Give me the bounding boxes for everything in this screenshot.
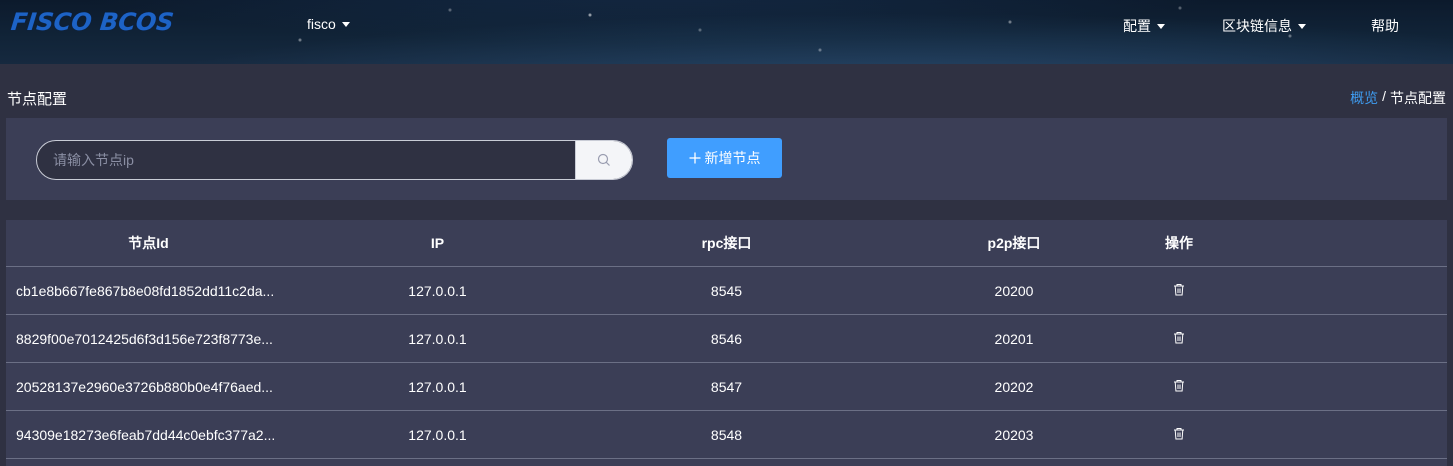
nav-help-label: 帮助 [1371,18,1399,34]
search-icon [597,153,610,166]
cell-rpc-port: 8545 [710,282,743,299]
plus-icon [689,152,700,164]
nav-config[interactable]: 配置 [1123,16,1165,36]
cell-node-id: 94309e18273e6feab7dd44c0ebfc377a2... [16,426,276,443]
delete-node-button[interactable] [1173,427,1185,440]
cell-p2p-port: 20200 [994,282,1034,299]
nav-help[interactable]: 帮助 [1371,16,1399,36]
breadcrumb: 概览 / 节点配置 [1350,88,1446,108]
toolbar-panel: 新增节点 [6,118,1447,200]
nav-chain-info-label: 区块链信息 [1222,18,1292,34]
table-row: 94309e18273e6feab7dd44c0ebfc377a2... 127… [6,411,1447,459]
table-row: 8829f00e7012425d6f3d156e723f8773e... 127… [6,315,1447,363]
trash-icon [1174,379,1184,391]
search-input[interactable] [37,141,575,179]
cell-p2p-port: 20202 [994,378,1034,395]
breadcrumb-separator: / [1382,88,1386,104]
column-header-actions: 操作 [1165,235,1193,251]
breadcrumb-current: 节点配置 [1390,90,1446,106]
column-header-rpc-port: rpc接口 [701,235,752,251]
trash-icon [1174,427,1184,439]
cell-rpc-port: 8546 [710,330,743,347]
breadcrumb-home-link[interactable]: 概览 [1350,88,1378,108]
add-node-label: 新增节点 [704,150,761,166]
cell-ip: 127.0.0.1 [408,378,467,395]
column-header-node-id: 节点Id [128,235,169,251]
table-row: 20528137e2960e3726b880b0e4f76aed... 127.… [6,363,1447,411]
cell-rpc-port: 8547 [710,378,743,395]
trash-icon [1174,283,1184,295]
node-table: 节点Id IP rpc接口 p2p接口 操作 cb1e8b667fe867b8e… [6,220,1447,466]
group-selector[interactable]: fisco [307,16,350,32]
caret-down-icon [341,21,350,27]
nav-config-label: 配置 [1123,18,1151,34]
delete-node-button[interactable] [1173,283,1185,296]
column-header-ip: IP [430,235,445,251]
caret-down-icon [1157,23,1165,29]
cell-node-id: 20528137e2960e3726b880b0e4f76aed... [16,378,273,395]
delete-node-button[interactable] [1173,379,1185,392]
add-node-button[interactable]: 新增节点 [667,138,782,178]
search-box [36,140,633,180]
cell-node-id: cb1e8b667fe867b8e08fd1852dd11c2da... [16,282,275,299]
top-header: FISCO BCOS fisco 配置 区块链信息 帮助 [0,0,1453,64]
fisco-bcos-logo[interactable]: FISCO BCOS [9,8,176,38]
group-selector-label: fisco [307,16,336,32]
column-header-p2p-port: p2p接口 [987,235,1041,251]
search-button[interactable] [575,141,632,179]
nav-chain-info[interactable]: 区块链信息 [1222,16,1306,36]
cell-ip: 127.0.0.1 [408,426,467,443]
caret-down-icon [1298,23,1306,29]
cell-ip: 127.0.0.1 [408,330,467,347]
trash-icon [1174,331,1184,343]
delete-node-button[interactable] [1173,331,1185,344]
cell-p2p-port: 20203 [994,426,1034,443]
cell-node-id: 8829f00e7012425d6f3d156e723f8773e... [16,330,273,347]
table-header: 节点Id IP rpc接口 p2p接口 操作 [6,220,1447,267]
cell-p2p-port: 20201 [994,330,1034,347]
cell-ip: 127.0.0.1 [408,282,467,299]
table-row: cb1e8b667fe867b8e08fd1852dd11c2da... 127… [6,267,1447,315]
page-title: 节点配置 [7,91,68,108]
cell-rpc-port: 8548 [710,426,743,443]
